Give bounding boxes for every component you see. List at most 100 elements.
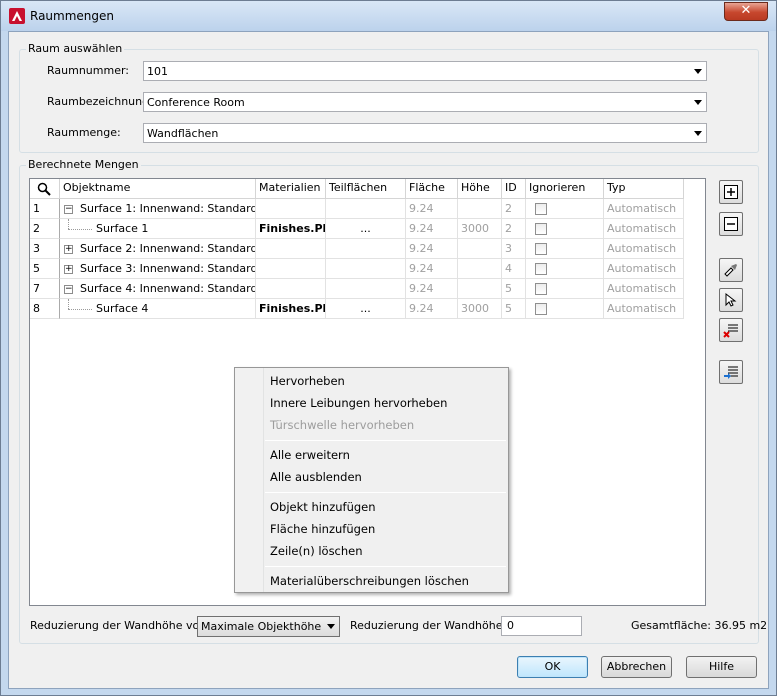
- menu-item-innere-leibungen-hervorheben[interactable]: Innere Leibungen hervorheben: [270, 396, 447, 410]
- typ-cell[interactable]: Automatisch: [604, 239, 684, 259]
- column-header-typ[interactable]: Typ: [604, 179, 684, 199]
- raumnummer-label: Raumnummer:: [47, 64, 130, 77]
- hoehe-cell[interactable]: [458, 259, 502, 279]
- ignorieren-checkbox[interactable]: [535, 223, 547, 235]
- column-header-id[interactable]: ID: [502, 179, 526, 199]
- id-cell[interactable]: 5: [502, 299, 526, 319]
- ignorieren-cell[interactable]: [526, 259, 604, 279]
- id-cell[interactable]: 3: [502, 239, 526, 259]
- ignorieren-cell[interactable]: [526, 219, 604, 239]
- object-name-cell[interactable]: Surface 1: [60, 219, 256, 239]
- id-cell[interactable]: 2: [502, 219, 526, 239]
- teilflaechen-cell[interactable]: [326, 239, 406, 259]
- object-name-cell[interactable]: − Surface 1: Innenwand: Standard: [60, 199, 256, 219]
- row-number: 8: [30, 299, 60, 319]
- ignorieren-cell[interactable]: [526, 239, 604, 259]
- typ-cell[interactable]: Automatisch: [604, 219, 684, 239]
- raumbezeichnung-select[interactable]: Conference Room: [143, 92, 707, 112]
- expand-icon[interactable]: +: [64, 265, 73, 274]
- add-row-button[interactable]: [719, 180, 743, 204]
- hoehe-cell[interactable]: [458, 239, 502, 259]
- ignorieren-checkbox[interactable]: [535, 283, 547, 295]
- teilflaechen-cell[interactable]: [326, 199, 406, 219]
- ok-button[interactable]: OK: [517, 656, 588, 678]
- hoehe-cell[interactable]: 3000: [458, 299, 502, 319]
- material-cell[interactable]: [256, 279, 326, 299]
- close-button[interactable]: ✕: [724, 2, 768, 21]
- menu-item-alle-ausblenden[interactable]: Alle ausblenden: [270, 470, 362, 484]
- flaeche-cell[interactable]: 9.24: [406, 299, 458, 319]
- teilflaechen-cell[interactable]: ...: [326, 299, 406, 319]
- hoehe-cell[interactable]: [458, 199, 502, 219]
- remove-row-button[interactable]: [719, 212, 743, 236]
- reduzierung-input[interactable]: 0: [501, 616, 582, 636]
- object-name-cell[interactable]: + Surface 2: Innenwand: Standard: [60, 239, 256, 259]
- title-bar[interactable]: Raummengen ✕: [1, 1, 776, 31]
- id-cell[interactable]: 2: [502, 199, 526, 219]
- collapse-icon[interactable]: −: [64, 205, 73, 214]
- object-name-cell[interactable]: + Surface 3: Innenwand: Standard: [60, 259, 256, 279]
- column-header-ignorieren[interactable]: Ignorieren: [526, 179, 604, 199]
- expand-icon[interactable]: +: [64, 245, 73, 254]
- ignorieren-checkbox[interactable]: [535, 203, 547, 215]
- menu-item-flache-hinzufugen[interactable]: Fläche hinzufügen: [270, 522, 375, 536]
- typ-cell[interactable]: Automatisch: [604, 199, 684, 219]
- column-header-teilflaechen[interactable]: Teilflächen: [326, 179, 406, 199]
- flaeche-cell[interactable]: 9.24: [406, 259, 458, 279]
- select-objects-button[interactable]: [719, 288, 743, 312]
- column-header-flaeche[interactable]: Fläche: [406, 179, 458, 199]
- material-cell[interactable]: [256, 259, 326, 279]
- hoehe-cell[interactable]: 3000: [458, 219, 502, 239]
- context-menu: Hervorheben Innere Leibungen hervorheben T…: [234, 367, 509, 593]
- highlight-objects-button[interactable]: [719, 258, 743, 282]
- teilflaechen-cell[interactable]: [326, 259, 406, 279]
- cancel-button[interactable]: Abbrechen: [601, 656, 672, 678]
- chevron-down-icon: [694, 69, 702, 74]
- ignorieren-cell[interactable]: [526, 299, 604, 319]
- flaeche-cell[interactable]: 9.24: [406, 239, 458, 259]
- id-cell[interactable]: 5: [502, 279, 526, 299]
- ignorieren-cell[interactable]: [526, 279, 604, 299]
- material-cell[interactable]: Finishes.Pla: [256, 219, 326, 239]
- menu-item-materialuberschreibungen-loschen[interactable]: Materialüberschreibungen löschen: [270, 574, 469, 588]
- material-cell[interactable]: [256, 199, 326, 219]
- raumnummer-select[interactable]: 101: [143, 61, 707, 81]
- material-cell[interactable]: [256, 239, 326, 259]
- collapse-icon[interactable]: −: [64, 285, 73, 294]
- menu-item-objekt-hinzufugen[interactable]: Objekt hinzufügen: [270, 500, 376, 514]
- import-list-icon: [724, 366, 738, 379]
- search-icon[interactable]: [37, 182, 51, 196]
- typ-cell[interactable]: Automatisch: [604, 279, 684, 299]
- raummenge-select[interactable]: Wandflächen: [143, 123, 707, 143]
- ignorieren-checkbox[interactable]: [535, 243, 547, 255]
- flaeche-cell[interactable]: 9.24: [406, 279, 458, 299]
- column-header-objektname[interactable]: Objektname: [60, 179, 256, 199]
- ignorieren-checkbox[interactable]: [535, 303, 547, 315]
- reduzierung-von-select[interactable]: Maximale Objekthöhe: [197, 616, 340, 637]
- reduzierung-von-label: Reduzierung der Wandhöhe von: [30, 619, 207, 632]
- id-cell[interactable]: 4: [502, 259, 526, 279]
- help-button[interactable]: Hilfe: [686, 656, 757, 678]
- delete-list-button[interactable]: [719, 318, 743, 342]
- teilflaechen-cell[interactable]: ...: [326, 219, 406, 239]
- typ-cell[interactable]: Automatisch: [604, 299, 684, 319]
- flaeche-cell[interactable]: 9.24: [406, 219, 458, 239]
- hoehe-cell[interactable]: [458, 279, 502, 299]
- flaeche-cell[interactable]: 9.24: [406, 199, 458, 219]
- delete-list-icon: [723, 324, 738, 338]
- import-list-button[interactable]: [719, 360, 743, 384]
- ignorieren-checkbox[interactable]: [535, 263, 547, 275]
- object-name-cell[interactable]: − Surface 4: Innenwand: Standard: [60, 279, 256, 299]
- typ-cell[interactable]: Automatisch: [604, 259, 684, 279]
- teilflaechen-cell[interactable]: [326, 279, 406, 299]
- ignorieren-cell[interactable]: [526, 199, 604, 219]
- menu-item-zeile-n-loschen[interactable]: Zeile(n) löschen: [270, 544, 363, 558]
- menu-item-alle-erweitern[interactable]: Alle erweitern: [270, 448, 350, 462]
- material-cell[interactable]: Finishes.Pla: [256, 299, 326, 319]
- cursor-select-icon: [725, 292, 737, 307]
- object-name-cell[interactable]: Surface 4: [60, 299, 256, 319]
- grid-search-header[interactable]: [30, 179, 60, 199]
- column-header-hoehe[interactable]: Höhe: [458, 179, 502, 199]
- menu-item-hervorheben[interactable]: Hervorheben: [270, 374, 345, 388]
- column-header-materialien[interactable]: Materialien: [256, 179, 326, 199]
